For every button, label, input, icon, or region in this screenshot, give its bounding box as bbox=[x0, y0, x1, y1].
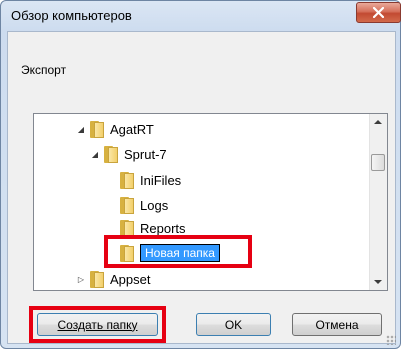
vertical-scrollbar[interactable] bbox=[369, 114, 387, 290]
tree-item-label: Reports bbox=[140, 220, 186, 236]
close-button[interactable] bbox=[356, 2, 401, 23]
resize-grip-icon[interactable] bbox=[386, 335, 396, 345]
dialog-title: Обзор компьютеров bbox=[11, 8, 132, 23]
dialog-caption: Экспорт bbox=[21, 63, 67, 77]
tree-item-label: AgatRT bbox=[110, 121, 154, 137]
close-icon bbox=[373, 7, 384, 18]
title-bar[interactable]: Обзор компьютеров bbox=[1, 1, 401, 31]
tree-item-label: Appset bbox=[110, 271, 151, 287]
tree-item-inifiles[interactable]: IniFiles bbox=[106, 169, 181, 191]
scroll-up-icon[interactable] bbox=[374, 120, 382, 124]
tree-item-new-folder[interactable]: Новая папка bbox=[106, 242, 220, 264]
folder-icon bbox=[104, 145, 118, 163]
tree-item-reports[interactable]: Reports bbox=[106, 217, 186, 239]
ok-button[interactable]: OK bbox=[196, 313, 271, 336]
tree-item-appset[interactable]: ▷ Appset bbox=[76, 268, 150, 290]
scrollbar-thumb[interactable] bbox=[371, 154, 385, 171]
collapsed-icon[interactable]: ▷ bbox=[76, 275, 86, 284]
scroll-down-icon[interactable] bbox=[374, 280, 382, 284]
tree-item-label: Sprut-7 bbox=[124, 146, 167, 162]
folder-icon bbox=[120, 244, 134, 262]
rename-input[interactable]: Новая папка bbox=[140, 244, 220, 262]
cancel-button[interactable]: Отмена bbox=[292, 313, 382, 336]
folder-icon bbox=[120, 171, 134, 189]
tree-item-logs[interactable]: Logs bbox=[106, 194, 168, 216]
make-new-folder-button[interactable]: Создать папку bbox=[37, 313, 158, 336]
expanded-icon[interactable]: ◢ bbox=[76, 125, 86, 134]
folder-icon bbox=[90, 270, 104, 288]
expanded-icon[interactable]: ◢ bbox=[90, 150, 100, 159]
folder-icon bbox=[120, 196, 134, 214]
folder-icon bbox=[90, 120, 104, 138]
folder-tree[interactable]: ◢ AgatRT ◢ Sprut-7 IniFiles Logs Reports… bbox=[33, 113, 388, 291]
folder-icon bbox=[120, 219, 134, 237]
tree-item-label: Logs bbox=[140, 197, 169, 213]
tree-item-label: IniFiles bbox=[140, 172, 182, 188]
tree-item-agatrt[interactable]: ◢ AgatRT bbox=[76, 118, 154, 140]
tree-item-sprut-7[interactable]: ◢ Sprut-7 bbox=[90, 143, 167, 165]
